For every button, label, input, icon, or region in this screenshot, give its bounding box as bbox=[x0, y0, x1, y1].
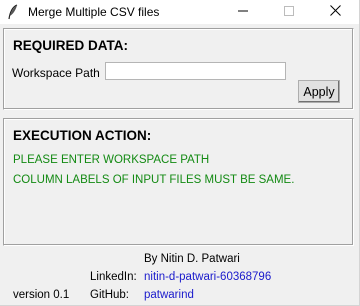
minimize-button[interactable] bbox=[220, 0, 266, 24]
execution-action-heading: EXECUTION ACTION: bbox=[13, 128, 152, 143]
required-data-frame: REQUIRED DATA: Workspace Path Apply bbox=[3, 28, 354, 110]
version-label: version 0.1 bbox=[13, 289, 70, 301]
window-title: Merge Multiple CSV files bbox=[28, 5, 160, 19]
author-credit: By Nitin D. Patwari bbox=[144, 253, 240, 265]
maximize-icon bbox=[284, 3, 294, 21]
execution-action-frame: EXECUTION ACTION: PLEASE ENTER WORKSPACE… bbox=[3, 118, 354, 246]
maximize-button[interactable] bbox=[266, 0, 312, 24]
apply-button[interactable]: Apply bbox=[298, 80, 340, 103]
linkedin-link[interactable]: nitin-d-patwari-60368796 bbox=[144, 270, 271, 284]
status-message: PLEASE ENTER WORKSPACE PATH bbox=[13, 154, 210, 166]
feather-icon bbox=[7, 4, 19, 20]
linkedin-label: LinkedIn: bbox=[90, 271, 137, 283]
required-data-heading: REQUIRED DATA: bbox=[13, 38, 128, 53]
app-window: Merge Multiple CSV files REQUIRED DATA: … bbox=[0, 0, 360, 306]
github-link[interactable]: patwarind bbox=[144, 288, 194, 302]
minimize-icon bbox=[238, 3, 248, 21]
close-icon bbox=[329, 3, 341, 21]
workspace-path-label: Workspace Path bbox=[12, 66, 100, 80]
workspace-path-input[interactable] bbox=[105, 62, 286, 80]
close-button[interactable] bbox=[312, 0, 358, 24]
github-label: GitHub: bbox=[90, 289, 129, 301]
title-bar[interactable]: Merge Multiple CSV files bbox=[0, 0, 359, 24]
status-message: COLUMN LABELS OF INPUT FILES MUST BE SAM… bbox=[13, 174, 295, 186]
